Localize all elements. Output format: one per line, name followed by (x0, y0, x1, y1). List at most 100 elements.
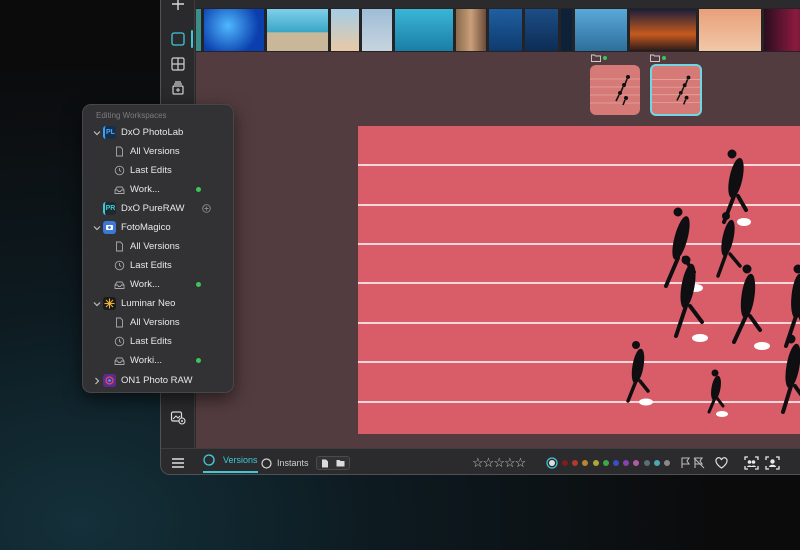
rating-star[interactable]: ☆ (472, 455, 484, 471)
film-thumbnail[interactable] (630, 9, 696, 51)
workspace-item-last-edits[interactable]: Last Edits (83, 161, 233, 180)
single-view-button[interactable] (167, 28, 189, 50)
film-thumbnail[interactable] (395, 9, 453, 51)
instants-tab[interactable]: Instants (261, 449, 309, 474)
workspace-item-last-edits[interactable]: Last Edits (83, 256, 233, 275)
reject-flag-button[interactable] (693, 449, 705, 474)
photo-gear-icon (170, 411, 186, 425)
film-thumbnail[interactable] (489, 9, 522, 51)
flag-button[interactable] (680, 449, 692, 474)
editing-workspaces-button[interactable] (167, 406, 189, 428)
square-view-icon (171, 32, 185, 46)
workspace-item-label: Work... (130, 279, 160, 290)
color-label-dot[interactable] (562, 460, 568, 466)
stack-indicator (650, 54, 666, 62)
clock-icon (114, 260, 125, 271)
on1-photo-raw-icon (103, 374, 116, 387)
document-icon (116, 146, 123, 157)
add-button[interactable] (167, 0, 189, 15)
app-name: Luminar Neo (121, 298, 176, 309)
plus-icon (172, 0, 184, 10)
runners-silhouettes (626, 149, 800, 417)
filmstrip (196, 8, 800, 52)
favorite-button[interactable] (715, 449, 728, 474)
workspace-item-all-versions[interactable]: All Versions (83, 142, 233, 161)
document-icon (116, 241, 123, 252)
film-thumbnail[interactable] (575, 9, 627, 51)
film-thumbnail[interactable] (331, 9, 359, 51)
workspace-app-on1-photo-raw[interactable]: ON1 Photo RAW (83, 371, 233, 390)
person-detect-icon (765, 456, 780, 470)
version-thumbnail[interactable] (590, 65, 640, 115)
clock-icon (114, 165, 125, 176)
color-label-dot[interactable] (612, 460, 619, 466)
workspace-app-fotomagico[interactable]: FotoMagico (83, 218, 233, 237)
add-workspace-icon[interactable] (202, 204, 211, 213)
color-label-dot[interactable] (643, 460, 650, 466)
no-color-label-icon[interactable] (546, 457, 558, 469)
film-thumbnail[interactable] (196, 9, 201, 51)
color-label-dot[interactable] (582, 460, 589, 466)
file-icon[interactable] (321, 459, 329, 468)
tray-icon (114, 281, 125, 289)
color-label-dot[interactable] (633, 460, 640, 466)
stack-indicator (591, 54, 607, 62)
workspace-item-work[interactable]: Work... (83, 275, 233, 294)
stack-view-button[interactable] (167, 77, 189, 99)
sidebar-toggle-button[interactable] (171, 449, 185, 474)
color-label-dot[interactable] (623, 460, 630, 466)
runners-thumbnail-image (652, 75, 700, 105)
chevron-down-icon[interactable] (93, 300, 101, 308)
color-label-dot[interactable] (663, 460, 670, 466)
editing-workspaces-panel: Editing Workspaces PL DxO PhotoLab All V… (82, 104, 234, 393)
person-detect-button[interactable] (765, 449, 780, 474)
rating-star[interactable]: ☆ (504, 455, 516, 471)
folder-icon (650, 54, 660, 62)
workspace-app-dxo-photolab[interactable]: PL DxO PhotoLab (83, 123, 233, 142)
film-thumbnail[interactable] (204, 9, 264, 51)
hamburger-menu-icon (172, 458, 184, 468)
workspace-item-all-versions[interactable]: All Versions (83, 237, 233, 256)
face-detect-button[interactable] (744, 449, 759, 474)
color-label-dot[interactable] (572, 460, 579, 466)
workspace-app-luminar-neo[interactable]: Luminar Neo (83, 294, 233, 313)
instants-tab-label: Instants (277, 458, 309, 468)
active-view-indicator (191, 30, 193, 48)
star-rating[interactable]: ☆ ☆ ☆ ☆ ☆ (472, 449, 527, 474)
rating-star[interactable]: ☆ (483, 455, 495, 471)
workspace-app-dxo-pureraw[interactable]: PR DxO PureRAW (83, 199, 233, 218)
versions-tab[interactable]: Versions (203, 449, 258, 473)
folder-icon (591, 54, 601, 62)
reject-flag-icon (693, 457, 705, 469)
film-thumbnail[interactable] (362, 9, 392, 51)
film-thumbnail[interactable] (764, 9, 800, 51)
film-thumbnail[interactable] (525, 9, 558, 51)
chevron-down-icon[interactable] (93, 224, 101, 232)
rating-star[interactable]: ☆ (515, 455, 527, 471)
film-thumbnail[interactable] (699, 9, 761, 51)
version-thumbnail-selected[interactable] (650, 64, 702, 116)
film-thumbnail[interactable] (456, 9, 486, 51)
main-photo[interactable] (358, 126, 800, 434)
workspace-item-work[interactable]: Work... (83, 180, 233, 199)
color-label-dot[interactable] (653, 460, 660, 466)
color-labels (546, 449, 674, 474)
workspace-item-last-edits[interactable]: Last Edits (83, 332, 233, 351)
folder-icon[interactable] (336, 459, 345, 467)
film-thumbnail[interactable] (561, 9, 572, 51)
workspace-item-work[interactable]: Worki... (83, 351, 233, 370)
chevron-right-icon[interactable] (93, 377, 101, 385)
color-label-dot[interactable] (592, 460, 599, 466)
chevron-down-icon[interactable] (93, 129, 101, 137)
tray-icon (114, 357, 125, 365)
color-label-dot[interactable] (602, 460, 609, 466)
workspace-item-all-versions[interactable]: All Versions (83, 313, 233, 332)
rating-star[interactable]: ☆ (493, 455, 505, 471)
luminar-neo-icon (103, 297, 116, 310)
grid-view-button[interactable] (167, 53, 189, 75)
app-name: DxO PureRAW (121, 203, 185, 214)
people-detect-icon (744, 456, 759, 470)
instants-circle-icon (261, 457, 272, 469)
film-thumbnail[interactable] (267, 9, 328, 51)
workspace-item-label: Worki... (130, 355, 163, 366)
